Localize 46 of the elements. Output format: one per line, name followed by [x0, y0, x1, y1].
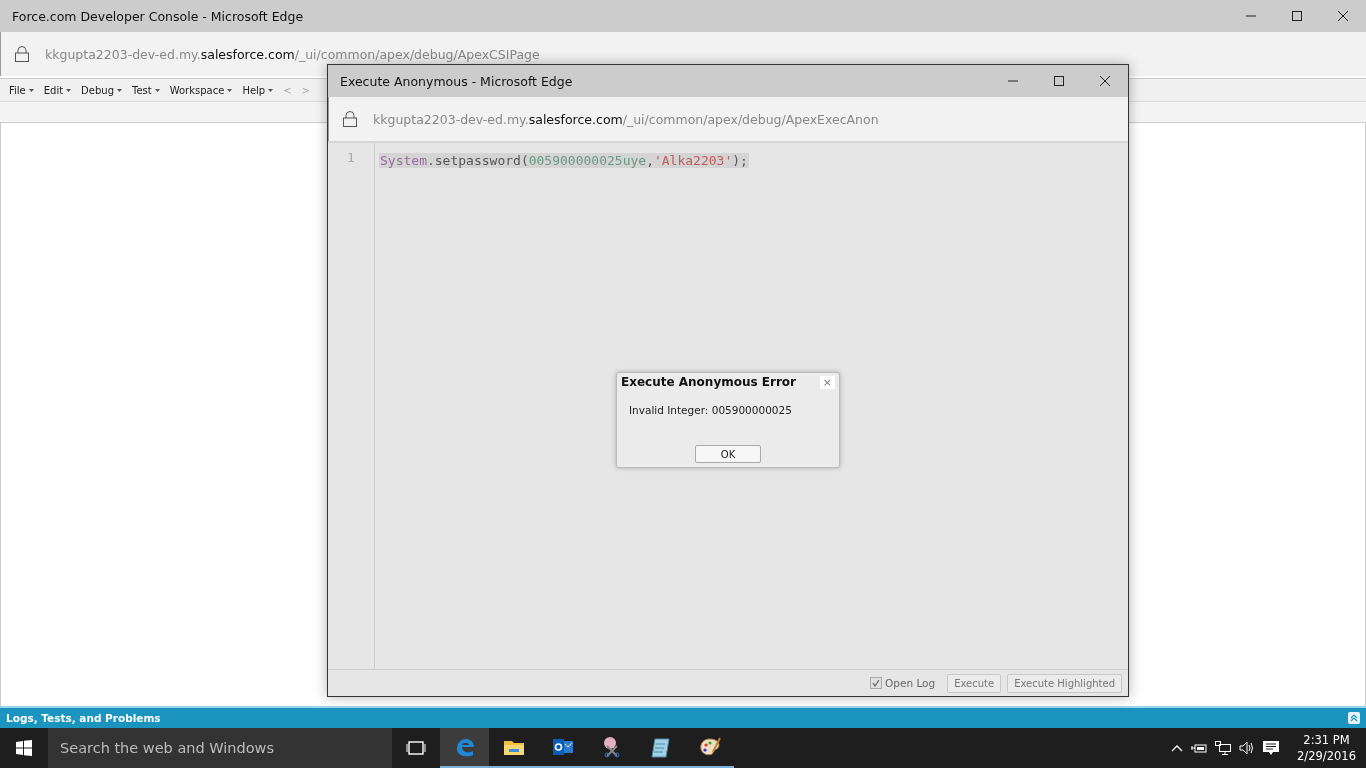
- caret-icon: [268, 88, 274, 92]
- checkbox-label: Open Log: [885, 677, 936, 689]
- checkmark-icon: [872, 679, 881, 687]
- ok-button[interactable]: OK: [695, 445, 761, 463]
- menu-item[interactable]: File: [4, 84, 39, 96]
- chevron-up-icon: [1350, 714, 1358, 722]
- clock-date: 2/29/2016: [1297, 748, 1356, 764]
- battery-icon[interactable]: [1191, 742, 1208, 754]
- notepad-icon: [649, 736, 672, 758]
- task-view-icon[interactable]: [406, 741, 426, 755]
- lock-icon: [343, 111, 357, 127]
- menu-item[interactable]: Debug: [76, 84, 127, 96]
- checkbox[interactable]: [870, 677, 883, 689]
- execute-button[interactable]: Execute: [947, 673, 1002, 693]
- address-field[interactable]: kkgupta2203-dev-ed.my.salesforce.com/_ui/common/apex/debug/ApexCSIPage: [45, 46, 540, 62]
- window-title: Force.com Developer Console - Microsoft Edge: [11, 8, 305, 24]
- search-field[interactable]: Search the web and Windows: [48, 728, 392, 768]
- execute-button[interactable]: Execute Highlighted: [1007, 673, 1122, 693]
- network-icon[interactable]: [1215, 741, 1232, 755]
- caret-icon: [117, 88, 122, 92]
- maximize-icon[interactable]: [1054, 76, 1064, 86]
- caret-icon: [66, 88, 72, 92]
- menu-item[interactable]: Test: [127, 84, 165, 96]
- menu-item[interactable]: Edit: [38, 84, 77, 96]
- caret-icon: [227, 88, 233, 92]
- notification-icon[interactable]: [1263, 740, 1280, 756]
- line-number: 1: [347, 150, 355, 165]
- caret-icon: [154, 88, 160, 92]
- volume-icon[interactable]: [1239, 741, 1256, 755]
- caret-icon: [28, 88, 34, 92]
- close-icon[interactable]: [1100, 76, 1110, 86]
- menu-item[interactable]: Help: [237, 84, 279, 96]
- clock-time: 2:31 PM: [1303, 732, 1350, 748]
- windows-logo-icon[interactable]: [16, 740, 32, 756]
- chevron-up-icon[interactable]: [1171, 744, 1184, 752]
- lock-icon: [15, 46, 29, 62]
- mail-icon: [551, 736, 574, 758]
- maximize-icon[interactable]: [1292, 11, 1302, 21]
- dialog-title: Execute Anonymous Error: [621, 375, 797, 389]
- expand-button[interactable]: [1348, 712, 1360, 724]
- palette-icon: [698, 736, 721, 758]
- menu-item[interactable]: Workspace: [164, 84, 238, 96]
- close-icon[interactable]: [1338, 11, 1348, 21]
- close-button[interactable]: ×: [819, 375, 835, 389]
- window-title: Execute Anonymous - Microsoft Edge: [339, 73, 574, 89]
- error-message: Invalid Integer: 005900000025: [629, 404, 793, 416]
